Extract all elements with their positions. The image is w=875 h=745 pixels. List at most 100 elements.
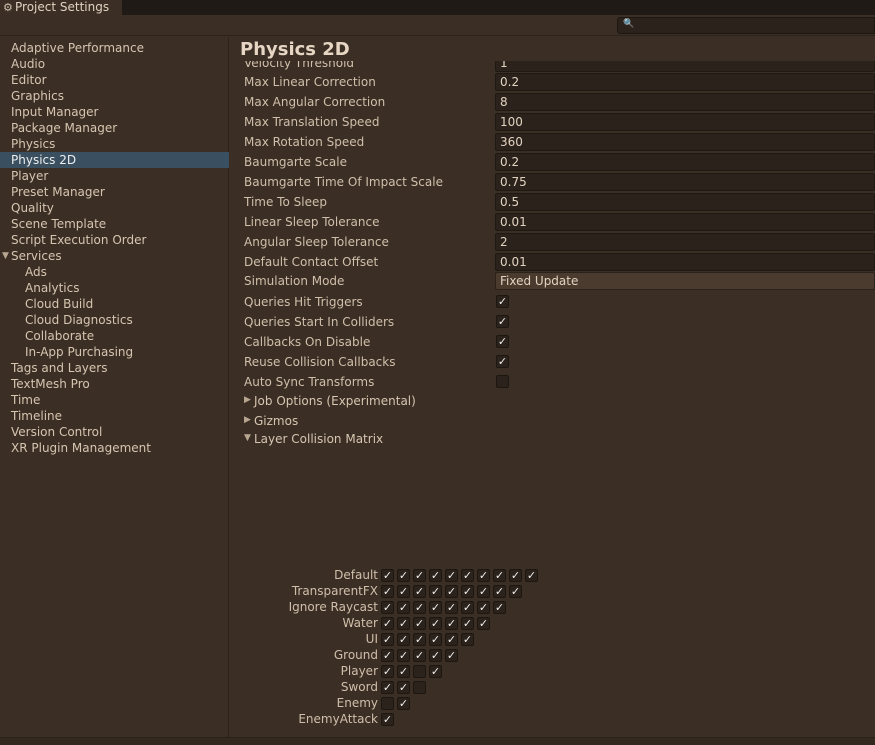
- property-field[interactable]: 0.01: [495, 213, 875, 231]
- checkbox[interactable]: ✓: [496, 335, 509, 348]
- matrix-checkbox[interactable]: ✓: [429, 649, 442, 662]
- sidebar-item[interactable]: Input Manager: [0, 104, 229, 120]
- window-tab[interactable]: ⚙ Project Settings: [0, 0, 122, 15]
- collapsed-arrow-icon[interactable]: ▶: [244, 395, 251, 405]
- sidebar-item[interactable]: Editor: [0, 72, 229, 88]
- property-field[interactable]: 0.01: [495, 253, 875, 271]
- matrix-checkbox[interactable]: ✓: [461, 633, 474, 646]
- matrix-checkbox[interactable]: ✓: [381, 681, 394, 694]
- matrix-checkbox[interactable]: ✓: [381, 713, 394, 726]
- matrix-checkbox[interactable]: ✓: [381, 569, 394, 582]
- matrix-checkbox[interactable]: ✓: [445, 617, 458, 630]
- expand-arrow-icon[interactable]: ▼: [2, 248, 9, 264]
- property-field[interactable]: 0.2: [495, 153, 875, 171]
- matrix-checkbox[interactable]: ✓: [525, 569, 538, 582]
- sidebar-item[interactable]: Preset Manager: [0, 184, 229, 200]
- foldout-header[interactable]: ▶ Gizmos: [244, 412, 875, 432]
- matrix-checkbox[interactable]: ✓: [381, 649, 394, 662]
- sidebar-item[interactable]: TextMesh Pro: [0, 376, 229, 392]
- matrix-checkbox[interactable]: ✓: [397, 633, 410, 646]
- matrix-checkbox[interactable]: ✓: [413, 649, 426, 662]
- matrix-checkbox[interactable]: ✓: [461, 617, 474, 630]
- matrix-checkbox[interactable]: ✓: [381, 585, 394, 598]
- matrix-checkbox[interactable]: [381, 697, 394, 710]
- matrix-checkbox[interactable]: ✓: [445, 601, 458, 614]
- matrix-checkbox[interactable]: [413, 681, 426, 694]
- sidebar-item[interactable]: In-App Purchasing: [0, 344, 229, 360]
- foldout-header[interactable]: ▶ Job Options (Experimental): [244, 392, 875, 412]
- matrix-checkbox[interactable]: ✓: [429, 665, 442, 678]
- property-field[interactable]: 0.75: [495, 173, 875, 191]
- matrix-checkbox[interactable]: ✓: [381, 601, 394, 614]
- sidebar-item[interactable]: Cloud Build: [0, 296, 229, 312]
- matrix-checkbox[interactable]: ✓: [413, 585, 426, 598]
- sidebar-item[interactable]: Graphics: [0, 88, 229, 104]
- matrix-checkbox[interactable]: ✓: [445, 633, 458, 646]
- sidebar-item[interactable]: Physics: [0, 136, 229, 152]
- matrix-checkbox[interactable]: ✓: [413, 601, 426, 614]
- property-field[interactable]: 100: [495, 113, 875, 131]
- collapsed-arrow-icon[interactable]: ▶: [244, 415, 251, 425]
- property-field[interactable]: 0.5: [495, 193, 875, 211]
- sidebar-item[interactable]: Version Control: [0, 424, 229, 440]
- property-field[interactable]: 0.2: [495, 73, 875, 91]
- sidebar-item[interactable]: Scene Template: [0, 216, 229, 232]
- matrix-checkbox[interactable]: ✓: [397, 601, 410, 614]
- sidebar-item[interactable]: Audio: [0, 56, 229, 72]
- matrix-checkbox[interactable]: ✓: [477, 617, 490, 630]
- property-field[interactable]: 8: [495, 93, 875, 111]
- matrix-checkbox[interactable]: ✓: [429, 617, 442, 630]
- simulation-mode-dropdown[interactable]: Fixed Update: [495, 272, 875, 290]
- matrix-checkbox[interactable]: ✓: [461, 585, 474, 598]
- checkbox[interactable]: ✓: [496, 295, 509, 308]
- matrix-checkbox[interactable]: ✓: [445, 649, 458, 662]
- matrix-checkbox[interactable]: ✓: [493, 569, 506, 582]
- matrix-checkbox[interactable]: ✓: [413, 633, 426, 646]
- matrix-checkbox[interactable]: [413, 665, 426, 678]
- matrix-checkbox[interactable]: ✓: [445, 569, 458, 582]
- matrix-checkbox[interactable]: ✓: [493, 601, 506, 614]
- sidebar-item[interactable]: Collaborate: [0, 328, 229, 344]
- sidebar-item[interactable]: Script Execution Order: [0, 232, 229, 248]
- sidebar-item[interactable]: Player: [0, 168, 229, 184]
- matrix-checkbox[interactable]: ✓: [397, 617, 410, 630]
- property-field[interactable]: 2: [495, 233, 875, 251]
- matrix-checkbox[interactable]: ✓: [397, 585, 410, 598]
- matrix-checkbox[interactable]: ✓: [413, 617, 426, 630]
- sidebar-item[interactable]: Quality: [0, 200, 229, 216]
- search-input[interactable]: 🔍: [617, 17, 875, 34]
- matrix-checkbox[interactable]: ✓: [397, 697, 410, 710]
- sidebar-item[interactable]: Cloud Diagnostics: [0, 312, 229, 328]
- sidebar-item[interactable]: XR Plugin Management: [0, 440, 229, 456]
- matrix-checkbox[interactable]: ✓: [445, 585, 458, 598]
- matrix-checkbox[interactable]: ✓: [413, 569, 426, 582]
- matrix-checkbox[interactable]: ✓: [461, 601, 474, 614]
- expanded-arrow-icon[interactable]: ▼: [244, 433, 251, 443]
- matrix-checkbox[interactable]: ✓: [397, 681, 410, 694]
- sidebar-item[interactable]: Timeline: [0, 408, 229, 424]
- foldout-header[interactable]: ▼ Layer Collision Matrix: [244, 430, 875, 450]
- matrix-checkbox[interactable]: ✓: [509, 569, 522, 582]
- matrix-checkbox[interactable]: ✓: [493, 585, 506, 598]
- matrix-checkbox[interactable]: ✓: [429, 633, 442, 646]
- checkbox[interactable]: [496, 375, 509, 388]
- checkbox[interactable]: ✓: [496, 355, 509, 368]
- sidebar-item[interactable]: Package Manager: [0, 120, 229, 136]
- matrix-checkbox[interactable]: ✓: [429, 569, 442, 582]
- matrix-checkbox[interactable]: ✓: [509, 585, 522, 598]
- matrix-checkbox[interactable]: ✓: [477, 585, 490, 598]
- sidebar-item[interactable]: Time: [0, 392, 229, 408]
- property-field[interactable]: 360: [495, 133, 875, 151]
- matrix-checkbox[interactable]: ✓: [429, 585, 442, 598]
- sidebar-item[interactable]: Physics 2D: [0, 152, 229, 168]
- matrix-checkbox[interactable]: ✓: [381, 633, 394, 646]
- checkbox[interactable]: ✓: [496, 315, 509, 328]
- matrix-checkbox[interactable]: ✓: [477, 569, 490, 582]
- matrix-checkbox[interactable]: ✓: [429, 601, 442, 614]
- matrix-checkbox[interactable]: ✓: [381, 665, 394, 678]
- matrix-checkbox[interactable]: ✓: [397, 665, 410, 678]
- sidebar-item[interactable]: Analytics: [0, 280, 229, 296]
- sidebar-item[interactable]: Tags and Layers: [0, 360, 229, 376]
- sidebar-item[interactable]: Adaptive Performance: [0, 40, 229, 56]
- matrix-checkbox[interactable]: ✓: [397, 649, 410, 662]
